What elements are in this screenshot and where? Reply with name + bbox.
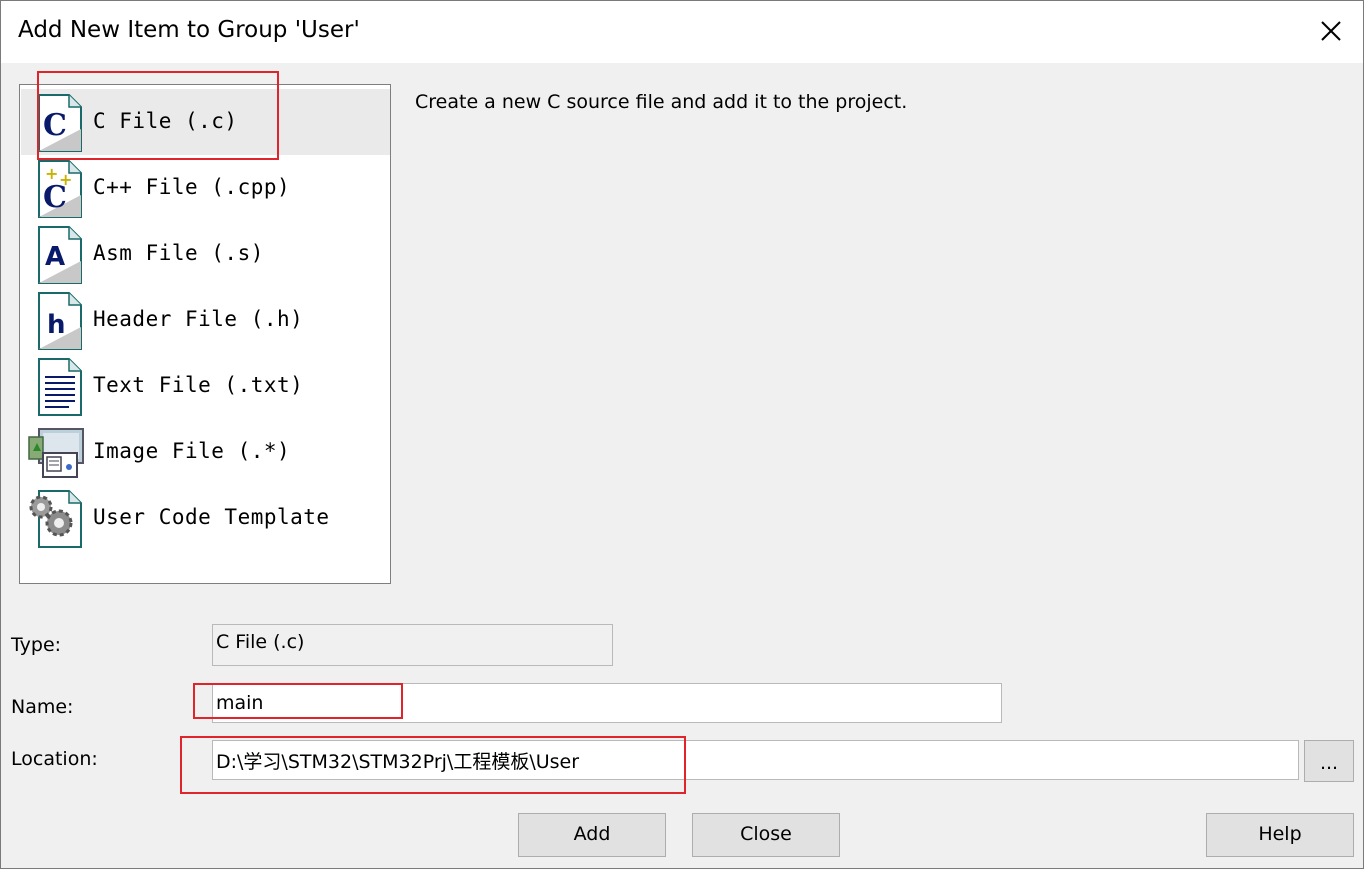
list-item-label: Image File (.*)	[93, 439, 291, 463]
svg-text:h: h	[47, 310, 66, 340]
list-item-asm-file[interactable]: A Asm File (.s)	[21, 221, 390, 287]
svg-text:A: A	[45, 242, 65, 272]
item-description: Create a new C source file and add it to…	[415, 91, 908, 113]
list-item-c-file[interactable]: C C File (.c)	[21, 89, 390, 155]
list-item-text-file[interactable]: Text File (.txt)	[21, 353, 390, 419]
help-button[interactable]: Help	[1206, 813, 1354, 857]
file-type-list[interactable]: C C File (.c) C + + C++ File (.cpp) A As…	[19, 84, 391, 584]
svg-text:+: +	[59, 170, 72, 189]
list-item-label: Text File (.txt)	[93, 373, 304, 397]
dialog-title: Add New Item to Group 'User'	[18, 17, 360, 43]
cpp-file-icon: C + +	[35, 159, 85, 219]
list-item-label: C++ File (.cpp)	[93, 175, 291, 199]
image-file-icon	[25, 423, 84, 483]
browse-button[interactable]: ...	[1304, 740, 1354, 782]
list-item-image-file[interactable]: Image File (.*)	[21, 419, 390, 485]
header-file-icon: h	[35, 291, 85, 351]
title-bar: Add New Item to Group 'User'	[1, 1, 1363, 63]
list-item-label: C File (.c)	[93, 109, 238, 133]
type-field: C File (.c)	[212, 624, 613, 666]
text-file-icon	[35, 357, 85, 417]
list-item-label: Header File (.h)	[93, 307, 304, 331]
list-item-header-file[interactable]: h Header File (.h)	[21, 287, 390, 353]
svg-text:+: +	[45, 164, 58, 183]
svg-text:C: C	[43, 108, 67, 143]
add-button[interactable]: Add	[518, 813, 666, 857]
close-x-icon[interactable]	[1313, 13, 1349, 49]
list-item-label: Asm File (.s)	[93, 241, 264, 265]
type-label: Type:	[11, 634, 62, 656]
name-input[interactable]	[212, 683, 1002, 723]
gear-template-icon	[25, 489, 82, 549]
close-button[interactable]: Close	[692, 813, 840, 857]
location-label: Location:	[11, 748, 98, 770]
list-item-cpp-file[interactable]: C + + C++ File (.cpp)	[21, 155, 390, 221]
asm-file-icon: A	[35, 225, 85, 285]
c-file-icon: C	[35, 93, 85, 153]
name-label: Name:	[11, 696, 74, 718]
list-item-user-code-template[interactable]: User Code Template	[21, 485, 390, 551]
dialog-window: Add New Item to Group 'User' C C File (.…	[0, 0, 1364, 869]
list-item-label: User Code Template	[93, 505, 330, 529]
location-input[interactable]	[212, 740, 1299, 780]
